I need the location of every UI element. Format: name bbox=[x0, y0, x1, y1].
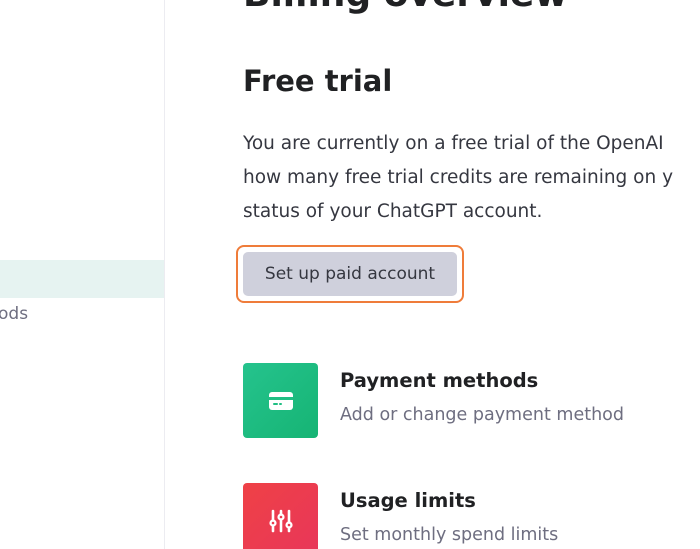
card-title: Usage limits bbox=[340, 489, 476, 512]
sidebar-item-active[interactable] bbox=[0, 260, 164, 298]
description-line: status of your ChatGPT account. bbox=[243, 201, 543, 222]
billing-page: ods Billing overview Free trial You are … bbox=[0, 0, 700, 549]
section-title: Free trial bbox=[243, 64, 393, 98]
sliders-icon bbox=[243, 483, 318, 549]
page-title: Billing overview bbox=[243, 0, 568, 15]
set-up-paid-account-button[interactable]: Set up paid account bbox=[243, 252, 457, 296]
card-title: Payment methods bbox=[340, 369, 539, 392]
sidebar: ods bbox=[0, 0, 165, 549]
description-line: how many free trial credits are remainin… bbox=[243, 167, 674, 188]
credit-card-icon bbox=[243, 363, 318, 438]
card-subtitle: Add or change payment method bbox=[340, 405, 624, 425]
description-line: You are currently on a free trial of the… bbox=[243, 133, 664, 154]
usage-limits-card[interactable]: Usage limits Set monthly spend limits bbox=[243, 483, 700, 549]
sidebar-item-payment-methods[interactable]: ods bbox=[0, 304, 28, 324]
card-subtitle: Set monthly spend limits bbox=[340, 525, 559, 545]
payment-methods-card[interactable]: Payment methods Add or change payment me… bbox=[243, 363, 700, 443]
